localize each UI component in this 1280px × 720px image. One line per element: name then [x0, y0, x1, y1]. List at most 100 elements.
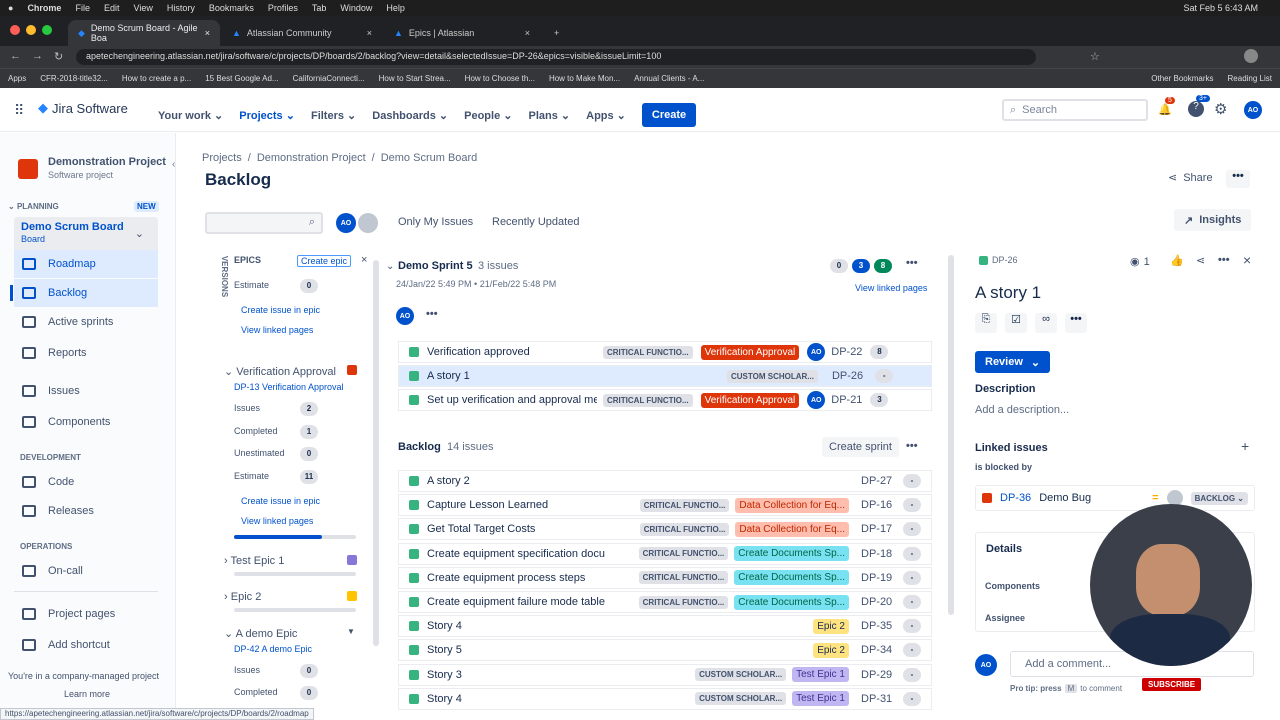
- epic-color-swatch[interactable]: ▼: [347, 627, 355, 636]
- epic-color-swatch[interactable]: [347, 365, 357, 375]
- sidebar-item-components[interactable]: Components: [14, 408, 158, 436]
- view-linked-pages-link[interactable]: View linked pages: [241, 325, 313, 335]
- story-points[interactable]: -: [903, 546, 921, 561]
- learn-more-link[interactable]: Learn more: [64, 689, 110, 699]
- zoom-window-icon[interactable]: [42, 25, 52, 35]
- issue-key[interactable]: DP-27: [861, 475, 893, 487]
- menu-window[interactable]: Window: [340, 3, 372, 13]
- description-input[interactable]: Add a description...: [975, 404, 1069, 416]
- epic-chip[interactable]: Test Epic 1: [792, 667, 849, 683]
- forward-icon[interactable]: →: [32, 50, 43, 62]
- sidebar-item-on-call[interactable]: On-call: [14, 557, 158, 585]
- table-row[interactable]: Create equipment process steps CRITICAL F…: [398, 566, 932, 589]
- reload-icon[interactable]: ↻: [54, 50, 63, 63]
- project-name[interactable]: Demonstration Project: [48, 156, 166, 168]
- more-icon[interactable]: •••: [1065, 313, 1087, 333]
- menu-view[interactable]: View: [133, 3, 152, 13]
- sprint-more-icon[interactable]: •••: [906, 257, 918, 269]
- share-icon[interactable]: ⋖: [1196, 254, 1205, 267]
- sidebar-item-reports[interactable]: Reports: [14, 339, 158, 367]
- story-points[interactable]: -: [903, 570, 921, 585]
- create-epic-button[interactable]: Create epic: [297, 255, 352, 267]
- view-linked-pages-link[interactable]: View linked pages: [241, 516, 313, 526]
- table-row[interactable]: Story 4 CUSTOM SCHOLAR... Test Epic 1 DP-31…: [398, 687, 932, 710]
- epic-chip[interactable]: Epic 2: [813, 618, 849, 634]
- tab-epics-atlassian[interactable]: ▲ Epics | Atlassian ×: [384, 20, 540, 46]
- epic-chip[interactable]: Verification Approval: [700, 392, 800, 408]
- create-sprint-button[interactable]: Create sprint: [822, 437, 899, 457]
- menu-profiles[interactable]: Profiles: [268, 3, 298, 13]
- menu-file[interactable]: File: [75, 3, 90, 13]
- issue-key[interactable]: DP-16: [861, 499, 893, 511]
- issue-key[interactable]: DP-17: [861, 523, 893, 535]
- table-row[interactable]: Verification approved CRITICAL FUNCTIO..…: [398, 341, 932, 363]
- subscribe-button[interactable]: SUBSCRIBE: [1142, 678, 1202, 691]
- issue-key[interactable]: DP-34: [861, 644, 893, 656]
- bookmark-item[interactable]: How to Make Mon...: [549, 74, 620, 83]
- bookmark-apps[interactable]: Apps: [8, 74, 26, 83]
- issue-key[interactable]: DP-26: [832, 370, 863, 382]
- bookmark-item[interactable]: CaliforniaConnecti...: [293, 74, 365, 83]
- story-points[interactable]: -: [903, 474, 921, 488]
- linked-status-chip[interactable]: BACKLOG ⌄: [1190, 491, 1248, 505]
- search-input[interactable]: ⌕ Search: [1002, 99, 1148, 121]
- create-issue-in-epic-link[interactable]: Create issue in epic: [241, 496, 320, 506]
- story-points[interactable]: -: [903, 522, 921, 537]
- back-icon[interactable]: ←: [10, 50, 21, 62]
- epic-a-demo-epic[interactable]: ⌄ A demo Epic: [224, 627, 297, 640]
- bookmark-item[interactable]: How to Choose th...: [465, 74, 535, 83]
- minimize-window-icon[interactable]: [26, 25, 36, 35]
- table-row[interactable]: Get Total Target Costs CRITICAL FUNCTIO..…: [398, 518, 932, 541]
- url-bar[interactable]: apetechengineering.atlassian.net/jira/so…: [76, 49, 1036, 65]
- attach-icon[interactable]: ⎘: [975, 313, 997, 333]
- epic-epic-2[interactable]: › Epic 2: [224, 591, 261, 603]
- menu-tab[interactable]: Tab: [312, 3, 327, 13]
- breadcrumb-board[interactable]: Demo Scrum Board: [381, 152, 478, 164]
- add-link-icon[interactable]: +: [1241, 438, 1249, 454]
- story-points[interactable]: -: [903, 667, 921, 682]
- view-linked-pages-link[interactable]: View linked pages: [855, 283, 927, 293]
- new-tab-button[interactable]: +: [544, 20, 564, 46]
- sidebar-item-project-pages[interactable]: Project pages: [14, 600, 158, 628]
- board-switcher[interactable]: Demo Scrum Board Board ⌄: [14, 217, 158, 253]
- watch-button[interactable]: ◉ 1: [1130, 255, 1150, 269]
- epic-chip[interactable]: Create Documents Sp...: [734, 594, 849, 610]
- epic-color-swatch[interactable]: [347, 555, 357, 565]
- sidebar-item-roadmap[interactable]: Roadmap: [14, 250, 158, 278]
- issue-key[interactable]: DP-18: [861, 548, 893, 560]
- table-row[interactable]: Create equipment specification docu CRITI…: [398, 542, 932, 565]
- story-points[interactable]: 8: [870, 345, 889, 359]
- epic-chip[interactable]: Create Documents Sp...: [734, 546, 849, 562]
- add-child-icon[interactable]: ☑: [1005, 313, 1027, 333]
- bookmark-item[interactable]: 15 Best Google Ad...: [205, 74, 278, 83]
- epic-key-link[interactable]: DP-13 Verification Approval: [234, 382, 344, 392]
- link-icon[interactable]: ∞: [1035, 313, 1057, 333]
- nav-people[interactable]: People ⌄: [464, 109, 512, 122]
- table-row[interactable]: Story 3 CUSTOM SCHOLAR... Test Epic 1 DP-29…: [398, 663, 932, 686]
- help-icon[interactable]: ? 3+: [1188, 95, 1210, 117]
- sidebar-item-releases[interactable]: Releases: [14, 497, 158, 525]
- epic-verification-approval[interactable]: ⌄ Verification Approval: [224, 365, 336, 378]
- profile-icon[interactable]: [1244, 49, 1258, 63]
- sidebar-item-backlog[interactable]: Backlog: [14, 279, 158, 307]
- unassigned-avatar-icon[interactable]: [358, 213, 378, 233]
- epic-chip[interactable]: Test Epic 1: [792, 691, 849, 707]
- bookmark-item[interactable]: Annual Clients - A...: [634, 74, 704, 83]
- table-row-selected[interactable]: A story 1 CUSTOM SCHOLAR... DP-26 -: [398, 365, 932, 387]
- sidebar-item-code[interactable]: Code: [14, 468, 158, 496]
- more-actions-button[interactable]: •••: [1226, 170, 1250, 188]
- tab-demo-scrum-board[interactable]: ◆ Demo Scrum Board - Agile Boa ×: [68, 20, 220, 46]
- story-points[interactable]: -: [875, 369, 894, 383]
- story-points[interactable]: -: [903, 643, 921, 658]
- table-row[interactable]: Story 4 Epic 2 DP-35-: [398, 615, 932, 638]
- recently-updated-filter[interactable]: Recently Updated: [492, 216, 579, 228]
- nav-apps[interactable]: Apps ⌄: [586, 109, 626, 122]
- sprint-collapse-icon[interactable]: ⌄: [386, 261, 394, 272]
- issue-key[interactable]: DP-35: [861, 620, 893, 632]
- bookmark-star-icon[interactable]: ☆: [1090, 50, 1100, 63]
- epic-color-swatch[interactable]: [347, 591, 357, 601]
- filter-avatar[interactable]: AO: [336, 213, 356, 233]
- sprint-avatar[interactable]: AO: [396, 307, 414, 325]
- app-switcher-icon[interactable]: ⠿: [14, 102, 24, 119]
- only-my-issues-filter[interactable]: Only My Issues: [398, 216, 473, 228]
